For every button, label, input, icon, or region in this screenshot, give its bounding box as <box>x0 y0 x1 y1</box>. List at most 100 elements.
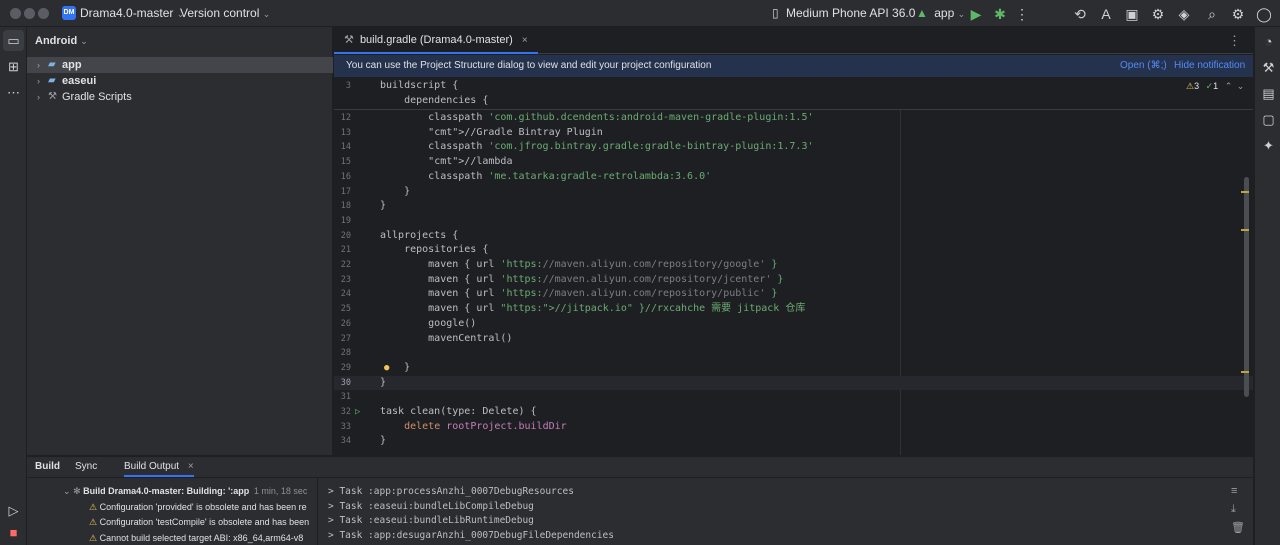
code-text: } <box>380 376 387 388</box>
close-window-button[interactable] <box>10 8 21 19</box>
code-line[interactable]: 18} <box>334 199 1253 214</box>
split-divider[interactable] <box>317 478 318 545</box>
warning-stripe-marker[interactable] <box>1241 191 1249 193</box>
tab-sync[interactable]: Sync <box>75 457 97 477</box>
gradle-tool-icon[interactable]: ⚒ <box>1258 57 1279 78</box>
line-number: 27 <box>340 333 351 344</box>
module-folder-icon: ▰ <box>48 59 56 70</box>
clear-all-icon[interactable]: 🗑 <box>1231 521 1245 534</box>
code-line[interactable]: 20 allprojects { <box>334 229 1253 244</box>
gemini-icon[interactable]: ✦ <box>1258 135 1279 156</box>
phone-icon: ▯ <box>772 6 779 20</box>
build-tree-warning[interactable]: ⚠ Configuration 'testCompile' is obsolet… <box>89 515 315 531</box>
code-line[interactable]: 31 <box>334 390 1253 405</box>
minimize-window-button[interactable] <box>24 8 35 19</box>
output-line: > Task :easeui:bundleLibRuntimeDebug <box>328 515 534 527</box>
scroll-to-end-icon[interactable]: ⤓ <box>1231 503 1236 516</box>
line-number: 31 <box>340 392 351 403</box>
open-project-structure-link[interactable]: Open (⌘;) <box>1120 55 1167 77</box>
tree-item-app[interactable]: › ▰ app <box>27 57 333 73</box>
run-tool-icon[interactable]: ▷ <box>3 500 24 521</box>
notifications-icon[interactable]: ◔ <box>1258 31 1279 52</box>
close-tab-icon[interactable]: × <box>522 35 528 46</box>
hide-notification-link[interactable]: Hide notification <box>1174 55 1245 77</box>
more-actions-icon[interactable]: ⋮ <box>1012 4 1032 24</box>
close-tab-icon[interactable]: × <box>188 461 194 472</box>
device-file-icon[interactable]: ▤ <box>1258 83 1279 104</box>
code-line[interactable]: 25 maven { url "https:">//jitpack.io" }/… <box>334 302 1253 317</box>
account-icon[interactable]: ◯ <box>1254 4 1274 24</box>
code-line[interactable]: 26 google() <box>334 317 1253 332</box>
code-line[interactable]: 23 maven { url 'https://maven.aliyun.com… <box>334 273 1253 288</box>
translate-icon[interactable]: A <box>1096 4 1116 24</box>
code-line[interactable]: 32 ▷ task clean(type: Delete) { <box>334 405 1253 420</box>
code-line[interactable]: 34} <box>334 434 1253 449</box>
run-icon[interactable]: ▶ <box>966 4 986 24</box>
line-number: 17 <box>340 186 351 197</box>
folder-icon[interactable]: ▭ <box>3 30 24 51</box>
code-text: repositories { <box>380 244 489 256</box>
code-line[interactable]: 17 } <box>334 185 1253 200</box>
project-selector[interactable]: Drama4.0-master ⌄ <box>80 0 184 27</box>
more-tools-icon[interactable]: ⋯ <box>3 82 24 103</box>
tab-build-gradle[interactable]: ⚒ build.gradle (Drama4.0-master) × <box>334 27 538 54</box>
build-tree-root[interactable]: ⌄ ✻ Build Drama4.0-master: Building: ':a… <box>63 484 315 500</box>
sdk-manager-icon[interactable]: ⚙ <box>1148 4 1168 24</box>
warning-stripe-marker[interactable] <box>1241 229 1249 231</box>
tree-item-easeui[interactable]: › ▰ easeui <box>27 73 333 89</box>
structure-icon[interactable]: ⊞ <box>3 56 24 77</box>
running-devices-icon[interactable]: ▢ <box>1258 109 1279 130</box>
line-number: 34 <box>340 436 351 447</box>
code-text: maven { url 'https://maven.aliyun.com/re… <box>380 288 778 300</box>
code-line[interactable]: 14 classpath 'com.jfrog.bintray.gradle:g… <box>334 140 1253 155</box>
build-tree-warning[interactable]: ⚠ Cannot build selected target ABI: x86_… <box>89 531 315 545</box>
build-tree-warning[interactable]: ⚠ Configuration 'provided' is obsolete a… <box>89 500 315 516</box>
code-text: } <box>380 435 387 447</box>
code-line[interactable]: 21 repositories { <box>334 243 1253 258</box>
line-number: 19 <box>340 215 351 226</box>
code-line[interactable]: 27 mavenCentral() <box>334 332 1253 347</box>
warning-stripe-marker[interactable] <box>1241 371 1249 373</box>
device-manager-icon[interactable]: ▣ <box>1122 4 1142 24</box>
line-number: 23 <box>340 274 351 285</box>
tab-build[interactable]: Build <box>35 457 60 477</box>
code-line[interactable]: dependencies { <box>334 94 1253 109</box>
editor-scrollbar[interactable] <box>1244 177 1249 397</box>
gradle-sync-icon[interactable]: ⟲ <box>1070 4 1090 24</box>
code-line[interactable]: 28 <box>334 346 1253 361</box>
code-line[interactable]: 12 classpath 'com.github.dcendents:andro… <box>334 111 1253 126</box>
version-control-selector[interactable]: Version control ⌄ <box>180 0 270 27</box>
code-text: google() <box>380 317 477 329</box>
tab-build-output[interactable]: Build Output × <box>124 457 194 477</box>
line-number: 18 <box>340 201 351 212</box>
warning-icon: ⚠ <box>89 501 98 512</box>
code-line[interactable]: 3 buildscript { <box>334 79 1253 94</box>
settings-icon[interactable]: ⚙ <box>1228 4 1248 24</box>
code-line[interactable]: 16 classpath 'me.tatarka:gradle-retrolam… <box>334 170 1253 185</box>
code-line[interactable]: 30} <box>334 375 1253 391</box>
debug-icon[interactable]: ✱ <box>990 4 1010 24</box>
tree-item-gradle-scripts[interactable]: › ⚒ Gradle Scripts <box>27 89 333 105</box>
warning-text: Configuration 'testCompile' is obsolete … <box>99 517 310 528</box>
soft-wrap-icon[interactable]: ≡ <box>1231 485 1237 497</box>
project-view-selector[interactable]: Android ⌄ <box>35 35 88 47</box>
run-gutter-icon[interactable]: ▷ <box>355 405 360 420</box>
search-icon[interactable]: ⌕ <box>1202 4 1222 24</box>
line-number: 32 <box>340 407 351 417</box>
code-line[interactable]: 24 maven { url 'https://maven.aliyun.com… <box>334 287 1253 302</box>
intention-bulb-icon[interactable]: ● <box>384 361 389 376</box>
profiler-icon[interactable]: ◈ <box>1174 4 1194 24</box>
code-line[interactable]: 15 "cmt">//lambda <box>334 155 1253 170</box>
maximize-window-button[interactable] <box>38 8 49 19</box>
stop-icon[interactable]: ■ <box>3 522 24 543</box>
code-line[interactable]: 29 } ● <box>334 361 1253 376</box>
code-line[interactable]: 19 <box>334 214 1253 229</box>
code-line[interactable]: 22 maven { url 'https://maven.aliyun.com… <box>334 258 1253 273</box>
run-config-selector[interactable]: ▲ app ⌄ <box>916 0 965 27</box>
editor-more-icon[interactable]: ⋮ <box>1228 27 1241 54</box>
code-text: allprojects { <box>380 229 459 241</box>
code-line[interactable]: 33 delete rootProject.buildDir <box>334 420 1253 435</box>
code-line[interactable]: 13 "cmt">//Gradle Bintray Plugin <box>334 126 1253 141</box>
output-line: > Task :app:processAnzhi_0007DebugResour… <box>328 486 574 497</box>
device-selector[interactable]: ▯ Medium Phone API 36.0 ⌄ <box>772 0 926 27</box>
